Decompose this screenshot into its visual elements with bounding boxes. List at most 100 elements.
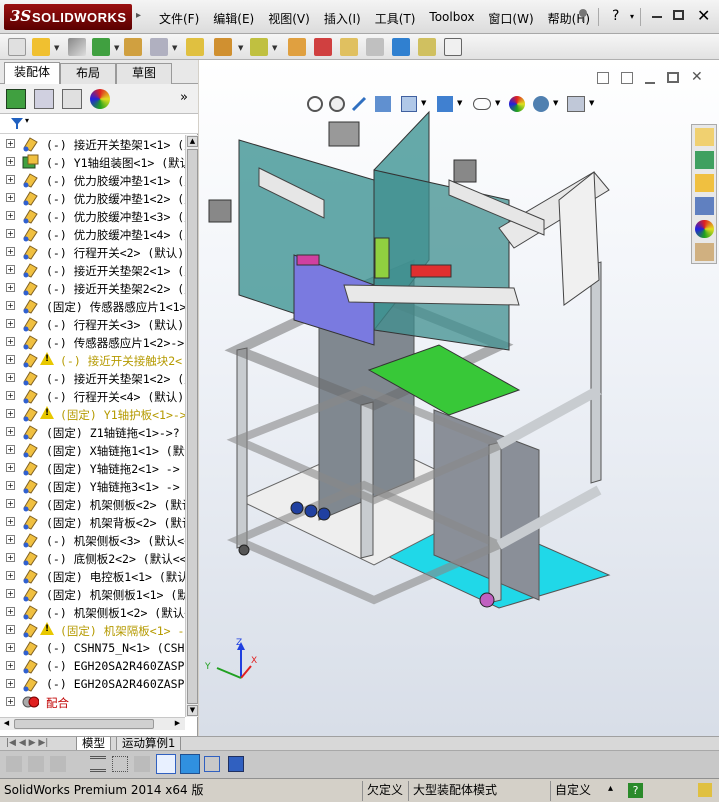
scroll-right-icon[interactable]: ▶ bbox=[172, 719, 183, 730]
snapshot-icon[interactable] bbox=[444, 38, 462, 56]
help-dropdown-icon[interactable]: ▾ bbox=[630, 12, 634, 21]
tab-sketch[interactable]: 草图 bbox=[116, 63, 172, 84]
tree-item[interactable]: +! (固定) Y1轴护板<1>-> bbox=[0, 405, 185, 423]
expand-icon[interactable]: + bbox=[6, 571, 15, 580]
cube-view-icon[interactable] bbox=[180, 754, 200, 774]
component-pattern-icon[interactable] bbox=[92, 38, 110, 56]
viewport-close-icon[interactable]: ✕ bbox=[691, 69, 703, 85]
tree-item[interactable]: + (-) 行程开关<3> (默认) bbox=[0, 315, 185, 333]
tree-item[interactable]: + (-) 优力胶缓冲垫1<2> (默 bbox=[0, 189, 185, 207]
speedpak-icon[interactable] bbox=[418, 38, 436, 56]
assembly-features-icon[interactable] bbox=[214, 38, 232, 56]
explode-line-icon[interactable] bbox=[340, 38, 358, 56]
tree-item[interactable]: + (-) 优力胶缓冲垫1<3> (默 bbox=[0, 207, 185, 225]
horizontal-scrollbar[interactable]: ◀ ▶ bbox=[0, 717, 185, 730]
tree-item[interactable]: + (-) EGH20SA2R460ZASP <1 bbox=[0, 657, 185, 675]
file-explorer-icon[interactable] bbox=[695, 174, 714, 192]
expand-icon[interactable]: + bbox=[6, 661, 15, 670]
tree-item[interactable]: + (固定) 传感器感应片1<1> bbox=[0, 297, 185, 315]
exploded-view-icon[interactable] bbox=[314, 38, 332, 56]
scroll-up-icon[interactable]: ▲ bbox=[187, 136, 198, 147]
graphics-area[interactable]: ▼ ▼ ▼ ▼ ▼ ✕ Z X Y bbox=[199, 60, 719, 736]
tab-layout[interactable]: 布局 bbox=[60, 63, 116, 84]
property-manager-icon[interactable] bbox=[34, 89, 54, 109]
tree-item[interactable]: + (-) 机架侧板<3> (默认<< bbox=[0, 531, 185, 549]
tree-item[interactable]: + (-) 接近开关垫架1<2> (默 bbox=[0, 369, 185, 387]
tree-item[interactable]: + (固定) 机架侧板<2> (默认 bbox=[0, 495, 185, 513]
expand-icon[interactable]: + bbox=[6, 697, 15, 706]
tool-icon[interactable] bbox=[134, 756, 150, 772]
logo-dropdown-icon[interactable]: ▸ bbox=[136, 10, 141, 21]
chevron-down-icon[interactable]: ▼ bbox=[238, 44, 243, 52]
scroll-down-icon[interactable]: ▼ bbox=[187, 705, 198, 716]
tree-item[interactable]: + (-) CSHN75_N<1> (CSHN75 bbox=[0, 639, 185, 657]
save-icon[interactable] bbox=[228, 756, 244, 772]
expand-icon[interactable]: + bbox=[6, 553, 15, 562]
tree-item[interactable]: + (固定) Y轴链拖2<1> -> ( bbox=[0, 459, 185, 477]
tree-item[interactable]: + (固定) Z1轴链拖<1>->? ( bbox=[0, 423, 185, 441]
feature-tree-icon[interactable] bbox=[6, 89, 26, 109]
tree-item[interactable]: + (-) 底侧板2<2> (默认<<默 bbox=[0, 549, 185, 567]
expand-icon[interactable]: + bbox=[6, 301, 15, 310]
scroll-left-icon[interactable]: ◀ bbox=[1, 719, 12, 730]
table-icon[interactable] bbox=[204, 756, 220, 772]
tree-item[interactable]: + (-) 接近开关垫架1<1> (默 bbox=[0, 135, 185, 153]
tree-item[interactable]: + (固定) Y轴链拖3<1> -> ( bbox=[0, 477, 185, 495]
tree-item[interactable]: + (-) 优力胶缓冲垫1<4> (默 bbox=[0, 225, 185, 243]
expand-icon[interactable]: + bbox=[6, 643, 15, 652]
expand-icon[interactable]: + bbox=[6, 679, 15, 688]
expand-icon[interactable]: + bbox=[6, 445, 15, 454]
tab-model[interactable]: 模型 bbox=[76, 737, 111, 751]
reference-geometry-icon[interactable] bbox=[250, 38, 268, 56]
scroll-thumb[interactable] bbox=[187, 149, 198, 704]
bill-of-materials-icon[interactable] bbox=[288, 38, 306, 56]
vertical-scrollbar[interactable]: ▲ ▼ bbox=[185, 135, 198, 717]
pin-icon[interactable] bbox=[576, 8, 590, 26]
expand-icon[interactable]: + bbox=[6, 283, 15, 292]
tree-item[interactable]: + (-) Y1轴组装图<1> (默认 bbox=[0, 153, 185, 171]
appearance-icon[interactable] bbox=[90, 89, 110, 109]
chart-icon[interactable] bbox=[156, 754, 176, 774]
tool-icon[interactable] bbox=[6, 756, 22, 772]
rebuild-icon[interactable] bbox=[698, 783, 712, 797]
menu-file[interactable]: 文件(F) bbox=[152, 10, 206, 28]
expand-icon[interactable]: + bbox=[6, 319, 15, 328]
new-document-icon[interactable] bbox=[8, 38, 26, 56]
expand-icon[interactable]: + bbox=[6, 391, 15, 400]
restore-icon[interactable] bbox=[673, 10, 684, 20]
expand-icon[interactable]: + bbox=[6, 373, 15, 382]
minimize-icon[interactable] bbox=[652, 16, 662, 18]
expand-icon[interactable]: + bbox=[6, 607, 15, 616]
instant3d-icon[interactable] bbox=[392, 38, 410, 56]
expand-icon[interactable]: + bbox=[6, 481, 15, 490]
tree-item[interactable]: + (固定) X轴链拖1<1> (默认 bbox=[0, 441, 185, 459]
help-question-icon[interactable]: ? bbox=[628, 783, 643, 798]
chevron-down-icon[interactable]: ▼ bbox=[114, 44, 119, 52]
interference-icon[interactable] bbox=[366, 38, 384, 56]
tree-item[interactable]: + (-) 接近开关垫架2<2> (默 bbox=[0, 279, 185, 297]
expand-icon[interactable]: + bbox=[6, 499, 15, 508]
expand-icon[interactable]: + bbox=[6, 517, 15, 526]
close-icon[interactable]: ✕ bbox=[697, 6, 710, 25]
tree-item[interactable]: +! (-) 接近开关接触块2< bbox=[0, 351, 185, 369]
tab-assembly[interactable]: 装配体 bbox=[4, 62, 60, 85]
grid-icon[interactable] bbox=[112, 756, 128, 772]
smart-fasteners-icon[interactable] bbox=[186, 38, 204, 56]
solidworks-logo[interactable]: 3S SOLIDWORKS bbox=[4, 4, 132, 30]
tree-item[interactable]: + (-) 接近开关垫架2<1> (默 bbox=[0, 261, 185, 279]
appearances-scenes-icon[interactable] bbox=[695, 220, 714, 238]
expand-icon[interactable]: + bbox=[6, 535, 15, 544]
expand-icon[interactable]: + bbox=[6, 211, 15, 220]
expand-icon[interactable]: + bbox=[6, 463, 15, 472]
expand-icon[interactable]: + bbox=[6, 427, 15, 436]
menu-window[interactable]: 窗口(W) bbox=[481, 10, 540, 28]
expand-icon[interactable]: + bbox=[6, 409, 15, 418]
assembly-model[interactable] bbox=[199, 60, 689, 620]
units-up-icon[interactable]: ▴ bbox=[608, 783, 613, 794]
menu-tools[interactable]: 工具(T) bbox=[368, 10, 423, 28]
expand-icon[interactable]: + bbox=[6, 157, 15, 166]
custom-properties-icon[interactable] bbox=[695, 243, 714, 261]
configuration-manager-icon[interactable] bbox=[62, 89, 82, 109]
tree-item[interactable]: + (固定) 机架背板<2> (默认 bbox=[0, 513, 185, 531]
expand-icon[interactable]: + bbox=[6, 139, 15, 148]
